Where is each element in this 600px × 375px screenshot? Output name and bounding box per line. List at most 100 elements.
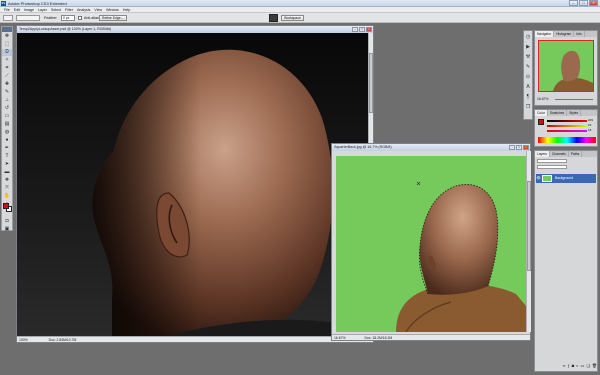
scrollbar-thumb[interactable] xyxy=(369,53,373,113)
history-brush-tool-icon[interactable]: ↺ xyxy=(2,105,12,112)
document-canvas[interactable] xyxy=(17,33,368,336)
document-canvas[interactable] xyxy=(336,156,526,332)
tab-styles[interactable]: Styles xyxy=(567,110,582,116)
refine-edge-button[interactable]: Refine Edge... xyxy=(99,15,127,21)
scrollbar-thumb[interactable] xyxy=(527,181,531,271)
tab-histogram[interactable]: Histogram xyxy=(554,31,575,37)
toolbox: ✥ ⬚ ᘐ ✧ ⌗ ⟋ ✚ ✎ ⊥ ↺ ▭ ▤ ◍ ● ✒ T ➤ ▬ ❖ ⤧ … xyxy=(1,26,13,233)
3d-tool-icon[interactable]: ❖ xyxy=(2,177,12,184)
blur-tool-icon[interactable]: ◍ xyxy=(2,129,12,136)
document-vertical-scrollbar[interactable] xyxy=(526,151,531,332)
blend-mode-select[interactable] xyxy=(537,159,567,163)
layer-comps-icon[interactable]: ❐ xyxy=(524,103,532,111)
lock-options[interactable] xyxy=(537,165,567,169)
antialias-checkbox[interactable] xyxy=(78,16,82,20)
zoom-level[interactable]: 16.67% xyxy=(334,336,346,340)
menu-select[interactable]: Select xyxy=(49,7,63,12)
tab-layers[interactable]: Layers xyxy=(535,151,550,157)
new-group-icon[interactable]: ▭ xyxy=(581,363,585,369)
crop-tool-icon[interactable]: ⌗ xyxy=(2,65,12,72)
tab-info[interactable]: Info xyxy=(574,31,585,37)
slice-tool-icon[interactable]: ⟋ xyxy=(2,73,12,80)
tab-swatches[interactable]: Swatches xyxy=(548,110,568,116)
menu-window[interactable]: Window xyxy=(104,7,121,12)
green-channel-value[interactable]: 15 xyxy=(588,123,591,127)
document-window-green-screen: SquarterBack.jpg @ 16.7% (RGB/8) – □ × 1… xyxy=(331,143,531,341)
document-minimize-button[interactable]: – xyxy=(352,27,358,32)
bridge-icon[interactable] xyxy=(269,14,278,22)
menu-file[interactable]: File xyxy=(2,7,12,12)
marquee-tool-icon[interactable]: ⬚ xyxy=(2,41,12,48)
tab-navigator[interactable]: Navigator xyxy=(535,31,555,37)
quick-mask-icon[interactable]: ◘ xyxy=(2,218,12,225)
document-maximize-button[interactable]: □ xyxy=(359,27,365,32)
menu-analysis[interactable]: Analysis xyxy=(75,7,92,12)
zoom-level[interactable]: 100% xyxy=(19,338,28,342)
layer-style-icon[interactable]: ƒ xyxy=(567,363,569,369)
color-panel-fg-swatch[interactable] xyxy=(538,119,544,125)
menu-view[interactable]: View xyxy=(92,7,104,12)
blue-channel-slider[interactable] xyxy=(547,130,587,132)
new-layer-icon[interactable]: ❏ xyxy=(586,363,590,369)
move-tool-icon[interactable]: ✥ xyxy=(2,33,12,40)
tab-channels[interactable]: Channels xyxy=(550,151,569,157)
red-channel-slider[interactable] xyxy=(547,120,587,122)
workspace-button[interactable]: Workspace xyxy=(281,15,304,21)
paragraph-panel-icon[interactable]: ¶ xyxy=(524,93,532,101)
hand-tool-icon[interactable]: ✋ xyxy=(2,193,12,200)
maximize-button[interactable]: □ xyxy=(579,0,588,6)
menu-filter[interactable]: Filter xyxy=(63,7,75,12)
dodge-tool-icon[interactable]: ● xyxy=(2,137,12,144)
layer-visibility-eye-icon[interactable]: 👁 xyxy=(536,174,541,183)
document-window-controls: – □ × xyxy=(509,145,529,150)
lasso-tool-preset-icon[interactable] xyxy=(3,15,13,21)
brushes-panel-icon[interactable]: ✎ xyxy=(524,63,532,71)
color-spectrum-ramp[interactable] xyxy=(538,137,596,143)
eyedropper-tool-icon[interactable]: ⤧ xyxy=(2,185,12,192)
navigator-zoom[interactable]: 16.67% xyxy=(537,97,549,101)
tool-presets-icon[interactable]: ⚒ xyxy=(524,53,532,61)
selection-mode-icons[interactable] xyxy=(16,15,40,21)
shape-tool-icon[interactable]: ▬ xyxy=(2,169,12,176)
close-button[interactable]: × xyxy=(589,0,598,6)
history-panel-icon[interactable]: ◷ xyxy=(524,33,532,41)
delete-layer-icon[interactable]: 🗑 xyxy=(592,363,597,369)
menu-help[interactable]: Help xyxy=(121,7,132,12)
feather-input[interactable]: 0 px xyxy=(61,15,75,21)
foreground-color-swatch[interactable] xyxy=(3,203,9,209)
adjustment-layer-icon[interactable]: ◐ xyxy=(576,363,578,369)
magic-wand-tool-icon[interactable]: ✧ xyxy=(2,57,12,64)
tab-paths[interactable]: Paths xyxy=(569,151,583,157)
type-tool-icon[interactable]: T xyxy=(2,153,12,160)
menu-edit[interactable]: Edit xyxy=(12,7,22,12)
menu-image[interactable]: Image xyxy=(22,7,36,12)
gradient-tool-icon[interactable]: ▤ xyxy=(2,121,12,128)
document-close-button[interactable]: × xyxy=(523,145,529,150)
document-minimize-button[interactable]: – xyxy=(509,145,515,150)
path-selection-tool-icon[interactable]: ➤ xyxy=(2,161,12,168)
green-channel-slider[interactable] xyxy=(547,125,587,127)
pen-tool-icon[interactable]: ✒ xyxy=(2,145,12,152)
lasso-tool-icon[interactable]: ᘐ xyxy=(2,49,12,56)
healing-brush-tool-icon[interactable]: ✚ xyxy=(2,81,12,88)
add-mask-icon[interactable]: ◙ xyxy=(572,363,574,369)
navigator-zoom-slider[interactable] xyxy=(555,99,593,100)
link-layers-icon[interactable]: ∞ xyxy=(563,363,566,369)
clone-source-icon[interactable]: ⊙ xyxy=(524,73,532,81)
screen-mode-icon[interactable]: ▣ xyxy=(2,226,12,233)
tab-color[interactable]: Color xyxy=(535,110,548,116)
actions-panel-icon[interactable]: ▶ xyxy=(524,43,532,51)
document-maximize-button[interactable]: □ xyxy=(516,145,522,150)
red-channel-value[interactable]: 209 xyxy=(588,118,593,122)
brush-tool-icon[interactable]: ✎ xyxy=(2,89,12,96)
minimize-button[interactable]: – xyxy=(569,0,578,6)
navigator-thumbnail[interactable] xyxy=(538,40,594,92)
toolbox-header xyxy=(2,27,12,32)
document-close-button[interactable]: × xyxy=(366,27,372,32)
clone-stamp-tool-icon[interactable]: ⊥ xyxy=(2,97,12,104)
menu-layer[interactable]: Layer xyxy=(36,7,49,12)
character-panel-icon[interactable]: A xyxy=(524,83,532,91)
eraser-tool-icon[interactable]: ▭ xyxy=(2,113,12,120)
layer-row-background[interactable]: 👁 Background xyxy=(536,174,596,183)
blue-channel-value[interactable]: 18 xyxy=(588,128,591,132)
